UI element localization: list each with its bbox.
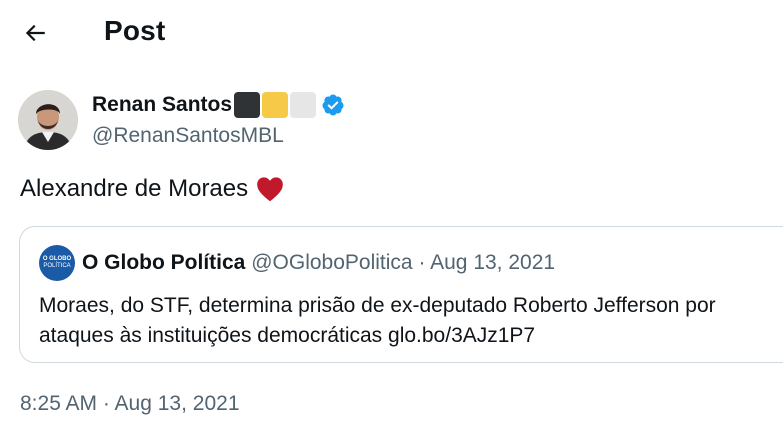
page-title: Post <box>104 15 166 46</box>
avatar[interactable] <box>18 90 78 150</box>
quote-avatar-logo: O GLOBO POLÍTICA <box>39 245 75 281</box>
yellow-square-emoji <box>262 92 289 118</box>
header-bar: Post <box>0 0 783 66</box>
post-timestamp[interactable]: 8:25 AM · Aug 13, 2021 <box>20 392 240 416</box>
post-text-body: Alexandre de Moraes <box>20 175 249 202</box>
quote-text-line2: ataques às instituições democráticas glo… <box>39 324 536 347</box>
quote-author-name[interactable]: O Globo Política <box>82 251 245 274</box>
verified-badge-icon[interactable] <box>321 93 345 117</box>
avatar-image <box>18 90 78 150</box>
quote-logo-line2: POLÍTICA <box>43 263 71 269</box>
quote-header: O Globo Política @OGloboPolitica · Aug 1… <box>82 251 555 275</box>
arrow-left-icon <box>25 24 45 42</box>
quote-separator: · <box>418 251 426 274</box>
red-heart-emoji-icon <box>257 177 283 202</box>
post-text: Alexandre de Moraes <box>20 175 284 203</box>
back-button[interactable] <box>16 14 54 52</box>
quoted-post[interactable]: O GLOBO POLÍTICA O Globo Política @OGlob… <box>19 226 783 363</box>
quote-date[interactable]: Aug 13, 2021 <box>430 251 555 274</box>
author-name[interactable]: Renan Santos <box>92 93 232 117</box>
white-square-emoji <box>290 92 317 118</box>
black-square-emoji <box>234 92 261 118</box>
author-name-row: Renan Santos <box>92 92 345 118</box>
quote-text: Moraes, do STF, determina prisão de ex-d… <box>39 291 716 351</box>
quote-logo-line1: O GLOBO <box>42 256 72 262</box>
author-handle[interactable]: @RenanSantosMBL <box>92 124 284 148</box>
quote-text-line1: Moraes, do STF, determina prisão de ex-d… <box>39 294 716 317</box>
quote-author-handle[interactable]: @OGloboPolitica <box>251 251 412 274</box>
